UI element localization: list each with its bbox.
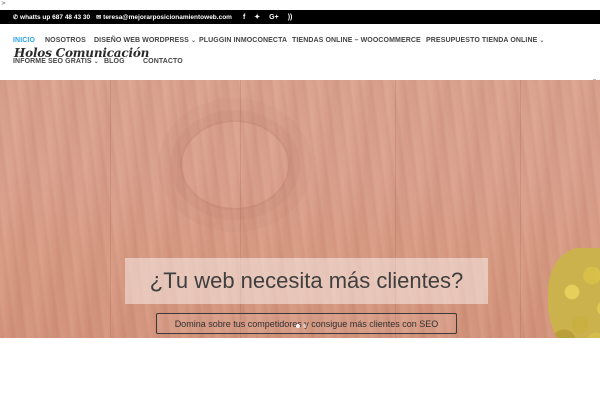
menu-item-pluggin[interactable]: PLUGGIN INMOCONECTA [199,37,287,44]
menu-item-tiendas-online[interactable]: TIENDAS ONLINE – WOOCOMMERCE [292,37,421,44]
menu-label: NOSOTROS [45,37,86,44]
menu-item-inicio[interactable]: INICIO [13,37,35,44]
menu-item-contacto[interactable]: CONTACTO [143,58,183,65]
chevron-down-icon: ⌄ [539,38,545,44]
menu-item-diseno-web[interactable]: DISEÑO WEB WORDPRESS ⌄ [94,37,196,44]
stray-text: > [1,0,7,7]
slider-dot-active[interactable] [296,324,300,328]
wood-knot [180,120,290,210]
hero-title: ¿Tu web necesita más clientes? [149,268,464,293]
menu-label: PLUGGIN INMOCONECTA [199,37,288,44]
phone-icon: ✆ [13,14,19,21]
menu-item-presupuesto[interactable]: PRESUPUESTO TIENDA ONLINE ⌄ [426,37,545,44]
envelope-icon: ✉ [96,14,102,21]
google-plus-icon[interactable]: G+ [269,14,279,21]
phone-contact[interactable]: ✆ whatts up 687 48 43 30 [13,14,90,21]
email-text: teresa@mejorarposicionamientoweb.com [103,13,232,21]
phone-text: whatts up 687 48 43 30 [20,13,91,21]
menu-label: TIENDAS ONLINE – WOOCOMMERCE [292,37,421,44]
social-links: f ✦ G+ )) [243,13,301,22]
site-header: INICIO NOSOTROS DISEÑO WEB WORDPRESS ⌄ PL… [0,24,600,80]
menu-item-nosotros[interactable]: NOSOTROS [45,37,86,44]
slider-pagination [296,324,310,328]
menu-label: INICIO [13,37,35,44]
flower-decoration [548,248,600,338]
menu-label: CONTACTO [143,58,183,65]
facebook-icon[interactable]: f [243,14,245,21]
rss-icon[interactable]: )) [288,14,293,21]
menu-label: INFORME SEO GRATIS [13,58,92,65]
menu-label: BLOG [104,58,125,65]
menu-item-informe-seo[interactable]: INFORME SEO GRATIS ⌄ [13,58,99,65]
chevron-down-icon: ⌄ [190,38,197,44]
hero-title-box: ¿Tu web necesita más clientes? [125,258,488,304]
top-bar: ✆ whatts up 687 48 43 30 ✉ teresa@mejora… [0,10,600,24]
menu-label: PRESUPUESTO TIENDA ONLINE [426,37,538,44]
wood-grain-line [110,80,111,338]
slider-dot[interactable] [303,324,307,328]
wood-grain-line [520,80,521,338]
menu-item-blog[interactable]: BLOG [104,58,125,65]
chevron-down-icon: ⌄ [93,59,99,65]
email-contact[interactable]: ✉ teresa@mejorarposicionamientoweb.com [96,14,232,21]
twitter-icon[interactable]: ✦ [254,13,260,21]
menu-label: DISEÑO WEB WORDPRESS [94,37,189,44]
